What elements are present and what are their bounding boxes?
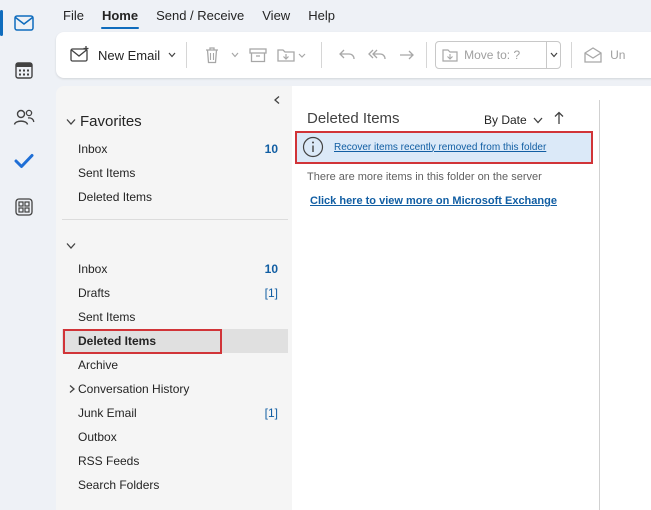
chevron-right-icon[interactable]	[68, 384, 76, 394]
move-to-label: Move to: ?	[464, 48, 521, 62]
folder-pane: Favorites Inbox 10 Sent Items Deleted It…	[56, 86, 292, 510]
folder-sent-items[interactable]: Sent Items	[78, 305, 278, 329]
tab-file[interactable]: File	[56, 0, 91, 32]
folder-label: RSS Feeds	[78, 454, 140, 468]
more-items-text: There are more items in this folder on t…	[307, 171, 542, 183]
tab-view[interactable]: View	[255, 0, 297, 32]
new-email-button[interactable]: New Email	[70, 40, 176, 70]
folder-label: Outbox	[78, 430, 117, 444]
message-list-title: Deleted Items	[307, 110, 400, 127]
favorites-label: Favorites	[80, 113, 142, 130]
delete-chevron-down-icon[interactable]	[227, 40, 243, 70]
folder-rss-feeds[interactable]: RSS Feeds	[78, 449, 278, 473]
people-icon[interactable]	[8, 101, 40, 133]
folder-label: Inbox	[78, 142, 108, 156]
toolbar: New Email Move to: ? Un	[56, 32, 651, 78]
chevron-down-icon	[533, 117, 543, 124]
unread-button[interactable]: Un	[584, 47, 625, 63]
new-email-label: New Email	[98, 47, 161, 63]
folder-archive[interactable]: Archive	[78, 353, 278, 377]
reply-all-icon[interactable]	[362, 40, 392, 70]
pane-divider[interactable]	[599, 100, 600, 510]
delete-icon[interactable]	[197, 40, 227, 70]
chevron-down-icon[interactable]	[168, 52, 176, 58]
folder-drafts[interactable]: Drafts [1]	[78, 281, 278, 305]
highlight-box	[63, 329, 222, 354]
sort-dropdown[interactable]: By Date	[484, 113, 543, 127]
favorite-deleted-items[interactable]: Deleted Items	[78, 185, 278, 209]
tab-send-receive[interactable]: Send / Receive	[149, 0, 251, 32]
folder-search-folders[interactable]: Search Folders	[78, 473, 278, 497]
folder-label: Drafts	[78, 286, 111, 300]
move-to-folder-icon	[442, 48, 458, 62]
toolbar-separator	[186, 42, 188, 68]
ribbon-tabs: File Home Send / Receive View Help	[56, 0, 346, 32]
favorite-sent-items[interactable]: Sent Items	[78, 161, 278, 185]
favorites-header[interactable]: Favorites	[66, 113, 142, 130]
calendar-icon[interactable]	[8, 54, 40, 86]
rail-active-indicator	[0, 10, 3, 36]
forward-icon[interactable]	[392, 40, 422, 70]
view-more-exchange-link[interactable]: Click here to view more on Microsoft Exc…	[310, 195, 557, 207]
apps-grid-icon[interactable]	[8, 191, 40, 223]
sort-direction-arrow-up-icon[interactable]	[554, 111, 564, 128]
collapse-pane-icon[interactable]	[272, 94, 282, 108]
move-folder-icon[interactable]	[273, 40, 311, 70]
folder-label: Junk Email	[78, 406, 137, 420]
chevron-down-icon	[66, 118, 76, 126]
favorite-inbox[interactable]: Inbox 10	[78, 137, 278, 161]
toolbar-separator	[571, 42, 573, 68]
item-count: [1]	[264, 286, 278, 300]
folder-label: Deleted Items	[78, 190, 153, 204]
folder-label: Inbox	[78, 262, 108, 276]
account-collapse-chevron-icon[interactable]	[66, 239, 76, 253]
todo-check-icon[interactable]	[8, 145, 40, 177]
app-rail	[0, 0, 48, 510]
section-divider	[62, 219, 288, 220]
toolbar-separator	[426, 42, 428, 68]
chevron-down-icon[interactable]	[546, 42, 560, 68]
highlight-box	[295, 131, 593, 164]
folder-label: Search Folders	[78, 478, 160, 492]
unread-label: Un	[610, 48, 626, 62]
folder-conversation-history[interactable]: Conversation History	[69, 377, 278, 401]
folder-label: Conversation History	[78, 382, 190, 396]
undo-icon[interactable]	[332, 40, 362, 70]
unread-count: 10	[264, 142, 278, 156]
toolbar-separator	[321, 42, 323, 68]
new-email-icon	[70, 45, 90, 65]
message-list: Deleted Items By Date Recover items rece…	[292, 86, 600, 510]
reading-pane	[600, 86, 651, 510]
unread-count: 10	[264, 262, 278, 276]
item-count: [1]	[264, 406, 278, 420]
folder-outbox[interactable]: Outbox	[78, 425, 278, 449]
move-to-dropdown[interactable]: Move to: ?	[435, 41, 562, 69]
mail-icon[interactable]	[8, 7, 40, 39]
tab-help[interactable]: Help	[301, 0, 342, 32]
folder-label: Archive	[78, 358, 119, 372]
folder-label: Sent Items	[78, 166, 136, 180]
tab-home[interactable]: Home	[95, 0, 145, 32]
archive-icon[interactable]	[243, 40, 273, 70]
envelope-open-icon	[584, 47, 602, 63]
folder-junk-email[interactable]: Junk Email [1]	[78, 401, 278, 425]
sort-label: By Date	[484, 113, 527, 127]
folder-inbox[interactable]: Inbox 10	[78, 257, 278, 281]
folder-label: Sent Items	[78, 310, 136, 324]
